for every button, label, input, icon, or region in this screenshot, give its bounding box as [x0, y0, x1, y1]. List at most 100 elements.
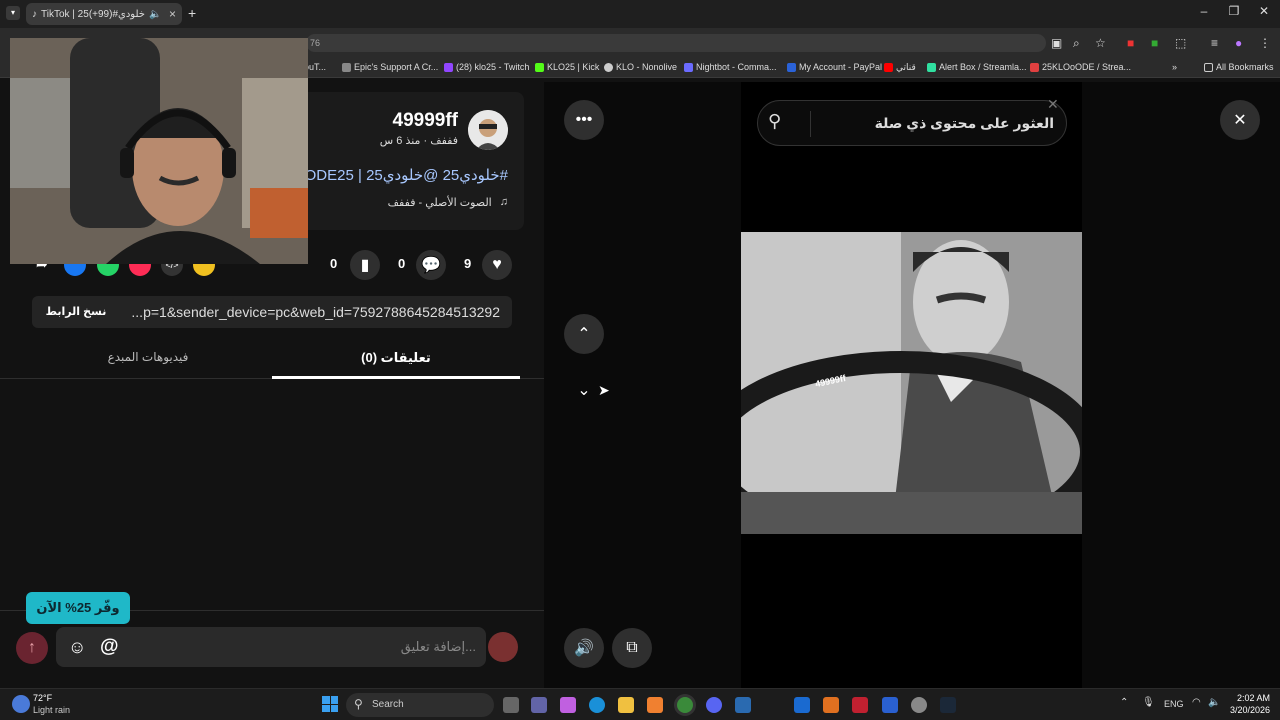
- steam-icon[interactable]: [940, 697, 956, 713]
- weather-icon[interactable]: [12, 695, 30, 713]
- download-icon[interactable]: ■: [1151, 36, 1158, 50]
- discord-icon[interactable]: [706, 697, 722, 713]
- taskbar: 72°F Light rain ⚲ Search ⌃ 🎙 ENG ◠ 🔈 2:0…: [0, 688, 1280, 720]
- clock-time[interactable]: 2:02 AM: [1226, 693, 1270, 703]
- tab-list-button[interactable]: ▾: [6, 6, 20, 20]
- zoom-icon[interactable]: ⌕: [1073, 36, 1080, 51]
- store-icon[interactable]: [647, 697, 663, 713]
- tray-overflow-icon[interactable]: ⌃: [1120, 697, 1128, 708]
- windows-start-icon[interactable]: [322, 696, 338, 712]
- close-window-button[interactable]: ✕: [1249, 4, 1279, 18]
- teams-icon[interactable]: [531, 697, 547, 713]
- saves-count: 0: [330, 256, 338, 271]
- send-comment-button[interactable]: ↑: [16, 632, 48, 664]
- tab-creator-videos[interactable]: فيديوهات المبدع: [24, 350, 272, 364]
- weather-temp: 72°F: [33, 693, 53, 703]
- more-options-icon[interactable]: •••: [564, 100, 604, 140]
- bookmark-item[interactable]: KLO25 | Kick: [535, 56, 599, 78]
- bookmark-item[interactable]: (28) klo25 - Twitch: [444, 56, 529, 78]
- address-input[interactable]: 76: [306, 34, 1046, 52]
- wifi-icon[interactable]: ◠: [1192, 697, 1201, 708]
- comment-icon[interactable]: 💬: [416, 250, 446, 280]
- webcam-overlay: [10, 38, 308, 264]
- audio-icon: 🔈: [148, 8, 162, 20]
- taskbar-search-label: Search: [372, 699, 404, 710]
- all-bookmarks[interactable]: All Bookmarks: [1204, 56, 1274, 78]
- bookmark-item[interactable]: قناتي: [884, 56, 916, 78]
- copy-link-button[interactable]: نسخ الرابط: [38, 300, 114, 324]
- avatar[interactable]: [468, 110, 508, 150]
- file-explorer-icon[interactable]: [618, 697, 634, 713]
- capcut-icon: ✕: [1047, 96, 1059, 112]
- sound-row[interactable]: الصوت الأصلي - فففف ♫: [300, 196, 508, 209]
- cast-icon[interactable]: ▣: [1051, 36, 1062, 50]
- speaker-icon[interactable]: 🔈: [1208, 697, 1220, 708]
- sound-label: الصوت الأصلي - فففف: [387, 197, 492, 209]
- tab-comments[interactable]: (0) تعليقات: [272, 350, 520, 366]
- promo-badge[interactable]: وفّر 25% الآن: [26, 592, 130, 624]
- tab-title: TikTok | 25خلودي#(99+): [41, 8, 145, 20]
- close-tab-icon[interactable]: ×: [169, 7, 176, 21]
- bookmark-item[interactable]: 25KLOoODE / Strea...: [1030, 56, 1131, 78]
- address-text: 76: [310, 38, 321, 48]
- video-frame[interactable]: 49999ff: [741, 232, 1082, 534]
- copilot-icon[interactable]: [560, 697, 576, 713]
- username[interactable]: 49999ff: [340, 110, 459, 132]
- profile-avatar[interactable]: ●: [1235, 36, 1242, 50]
- comments-count: 0: [398, 256, 406, 271]
- bookmark-item[interactable]: Nightbot - Comma...: [684, 56, 777, 78]
- obs-icon[interactable]: [911, 697, 927, 713]
- active-tab-indicator: [272, 376, 520, 379]
- clock-date[interactable]: 3/20/2026: [1222, 705, 1270, 715]
- new-tab-button[interactable]: +: [188, 5, 196, 21]
- close-video-button[interactable]: ✕: [1220, 100, 1260, 140]
- restore-button[interactable]: ❐: [1219, 4, 1249, 18]
- chrome-icon[interactable]: [677, 697, 693, 713]
- likes-count: 9: [464, 256, 472, 271]
- adblock-icon[interactable]: ■: [1127, 36, 1134, 50]
- search-divider: [810, 111, 811, 137]
- taskbar-search[interactable]: ⚲ Search: [346, 693, 494, 717]
- more-bookmarks-icon[interactable]: »: [1172, 56, 1177, 78]
- app-icon[interactable]: [882, 697, 898, 713]
- star-icon[interactable]: ☆: [1095, 36, 1106, 50]
- bookmark-item[interactable]: Epic's Support A Cr...: [342, 56, 438, 78]
- user-avatar: [488, 632, 518, 662]
- volume-icon[interactable]: 🔊: [564, 628, 604, 668]
- heart-icon[interactable]: ♥: [482, 250, 512, 280]
- media-control-icon[interactable]: ≡: [1211, 36, 1218, 50]
- outlook-icon[interactable]: [794, 697, 810, 713]
- mention-icon[interactable]: @: [100, 636, 119, 658]
- edge-icon[interactable]: [589, 697, 605, 713]
- search-placeholder: العثور على محتوى ذي صلة: [874, 115, 1054, 131]
- video-stage: ••• ⌃ ⌄ ➤ 🔊 ⧉ ⚲ العثور على محتوى ذي صلة …: [544, 82, 1280, 688]
- title-bar: ▾ ♪ TikTok | 25خلودي#(99+) 🔈 × + – ❐ ✕: [0, 0, 1280, 28]
- bookmark-item[interactable]: My Account - PayPal: [787, 56, 882, 78]
- video-player[interactable]: ⚲ العثور على محتوى ذي صلة ✕ 49999ff: [741, 82, 1082, 688]
- app-icon[interactable]: [823, 697, 839, 713]
- bookmark-item[interactable]: Alert Box / Streamla...: [927, 56, 1027, 78]
- caption[interactable]: #خلودي25 @خلودي25 | ODE25: [300, 166, 508, 184]
- extensions-icon[interactable]: ⬚: [1175, 36, 1186, 50]
- microphone-icon[interactable]: 🎙: [1142, 697, 1155, 708]
- browser-tab[interactable]: ♪ TikTok | 25خلودي#(99+) 🔈 ×: [26, 3, 182, 25]
- tiktok-icon: ♪: [32, 8, 37, 20]
- post-link[interactable]: ...p=1&sender_device=pc&web_id=759278864…: [118, 304, 500, 320]
- picture-in-picture-icon[interactable]: ⧉: [612, 628, 652, 668]
- bookmark-item[interactable]: KLO - Nonolive: [604, 56, 677, 78]
- language-indicator[interactable]: ENG: [1164, 699, 1184, 709]
- post-meta: فففف · منذ 6 س: [379, 135, 458, 147]
- bookmark-icon[interactable]: ▮: [350, 250, 380, 280]
- menu-icon[interactable]: ⋮: [1259, 36, 1271, 50]
- vscode-icon[interactable]: [735, 697, 751, 713]
- search-icon[interactable]: ⚲: [768, 111, 781, 132]
- minimize-button[interactable]: –: [1189, 4, 1219, 18]
- comment-input[interactable]: ☺ @ إضافة تعليق...: [56, 627, 486, 667]
- app-icon[interactable]: [852, 697, 868, 713]
- video-search-box[interactable]: ⚲ العثور على محتوى ذي صلة: [757, 100, 1067, 146]
- weather-desc: Light rain: [33, 705, 71, 715]
- previous-video-button[interactable]: ⌃: [564, 314, 604, 354]
- music-note-icon: ♫: [499, 196, 508, 208]
- emoji-icon[interactable]: ☺: [68, 637, 86, 658]
- task-view-icon[interactable]: [503, 697, 519, 713]
